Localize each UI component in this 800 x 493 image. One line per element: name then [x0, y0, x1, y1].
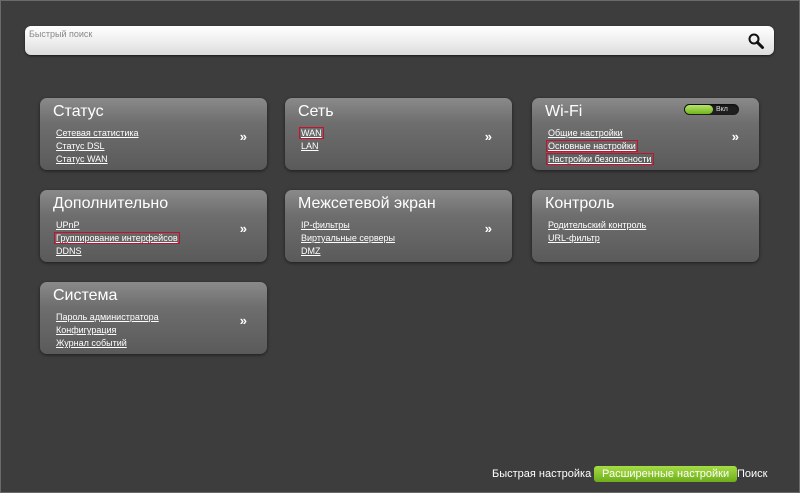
- link-wan-status[interactable]: Статус WAN: [55, 154, 109, 164]
- expand-arrow-icon[interactable]: »: [240, 129, 247, 144]
- card-title: Статус: [53, 103, 104, 120]
- link-dsl-status[interactable]: Статус DSL: [55, 141, 105, 151]
- search-icon[interactable]: [747, 32, 765, 50]
- link-upnp[interactable]: UPnP: [55, 220, 81, 230]
- toggle-label: Вкл: [716, 106, 728, 113]
- link-list: Родительский контроль URL-фильтр: [547, 217, 647, 243]
- card-title: Межсетевой экран: [298, 195, 436, 212]
- card-status: Статус Сетевая статистика Статус DSL Ста…: [40, 98, 267, 170]
- card-title: Wi-Fi: [545, 103, 583, 120]
- link-list: UPnP Группирование интерфейсов DDNS: [54, 217, 180, 256]
- link-parental-control[interactable]: Родительский контроль: [547, 220, 647, 230]
- card-title: Сеть: [298, 103, 334, 120]
- link-list: WAN LAN: [299, 125, 324, 151]
- link-ip-filters[interactable]: IP-фильтры: [300, 220, 351, 230]
- expand-arrow-icon[interactable]: »: [485, 129, 492, 144]
- advanced-settings-button[interactable]: Расширенные настройки: [594, 466, 738, 482]
- card-wifi: Wi-Fi Вкл Общие настройки Основные настр…: [532, 98, 759, 170]
- expand-arrow-icon[interactable]: »: [485, 221, 492, 236]
- card-title: Дополнительно: [53, 195, 169, 212]
- link-ddns[interactable]: DDNS: [55, 246, 83, 256]
- quick-setup-link[interactable]: Быстрая настройка: [492, 466, 591, 482]
- link-list: Сетевая статистика Статус DSL Статус WAN: [55, 125, 140, 164]
- card-advanced: Дополнительно UPnP Группирование интерфе…: [40, 190, 267, 262]
- link-network-statistics[interactable]: Сетевая статистика: [55, 128, 140, 138]
- link-dmz[interactable]: DMZ: [300, 246, 322, 256]
- card-firewall: Межсетевой экран IP-фильтры Виртуальные …: [285, 190, 512, 262]
- link-url-filter[interactable]: URL-фильтр: [547, 233, 601, 243]
- expand-arrow-icon[interactable]: »: [732, 129, 739, 144]
- search-input[interactable]: [29, 27, 729, 41]
- link-list: Пароль администратора Конфигурация Журна…: [55, 309, 160, 348]
- link-general-settings[interactable]: Общие настройки: [547, 128, 624, 138]
- link-basic-settings[interactable]: Основные настройки: [546, 140, 638, 152]
- link-lan[interactable]: LAN: [300, 141, 320, 151]
- link-configuration[interactable]: Конфигурация: [55, 325, 117, 335]
- link-list: Общие настройки Основные настройки Настр…: [546, 125, 654, 165]
- link-security-settings[interactable]: Настройки безопасности: [546, 153, 654, 165]
- link-list: IP-фильтры Виртуальные серверы DMZ: [300, 217, 396, 256]
- card-network: Сеть WAN LAN »: [285, 98, 512, 170]
- link-virtual-servers[interactable]: Виртуальные серверы: [300, 233, 396, 243]
- link-interface-grouping[interactable]: Группирование интерфейсов: [54, 232, 180, 244]
- expand-arrow-icon[interactable]: »: [240, 313, 247, 328]
- link-wan[interactable]: WAN: [299, 127, 324, 139]
- quick-search-bar: [25, 26, 774, 55]
- toggle-knob: [685, 105, 713, 114]
- card-control: Контроль Родительский контроль URL-фильт…: [532, 190, 759, 262]
- link-admin-password[interactable]: Пароль администратора: [55, 312, 160, 322]
- search-link[interactable]: Поиск: [737, 466, 767, 482]
- expand-arrow-icon[interactable]: »: [240, 221, 247, 236]
- card-title: Контроль: [545, 195, 615, 212]
- card-title: Система: [53, 287, 118, 304]
- card-system: Система Пароль администратора Конфигурац…: [40, 282, 267, 354]
- wifi-toggle[interactable]: Вкл: [684, 104, 739, 115]
- link-event-log[interactable]: Журнал событий: [55, 338, 128, 348]
